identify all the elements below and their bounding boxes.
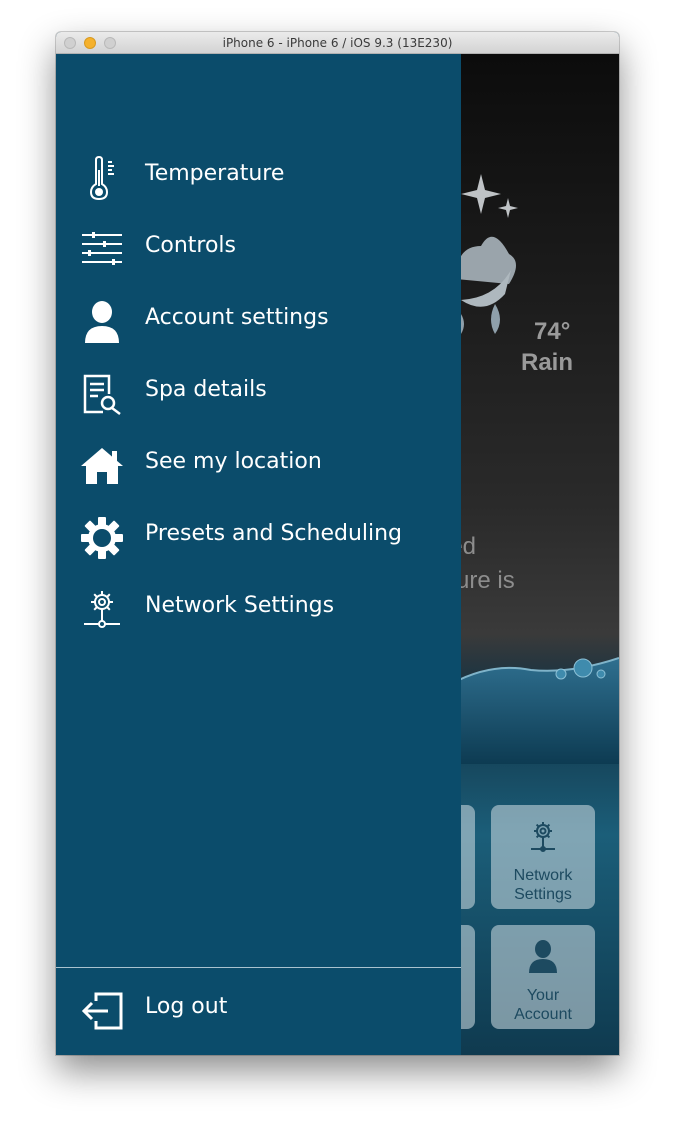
menu-item-temperature[interactable]: Temperature bbox=[56, 148, 461, 208]
menu-item-spa-details[interactable]: Spa details bbox=[56, 364, 461, 424]
network-settings-tile-label: Network Settings bbox=[513, 867, 573, 903]
network-gear-icon bbox=[531, 822, 555, 852]
logout-icon bbox=[78, 987, 126, 1035]
menu-item-network-settings-label: Network Settings bbox=[145, 593, 335, 618]
menu-item-see-my-location-label: See my location bbox=[145, 449, 322, 474]
user-icon bbox=[529, 940, 557, 973]
gear-icon bbox=[78, 514, 126, 562]
simulator-window: iPhone 6 - iPhone 6 / iOS 9.3 (13E230) 7… bbox=[56, 32, 619, 1055]
menu-item-log-out-label: Log out bbox=[145, 994, 228, 1019]
menu-item-see-my-location[interactable]: See my location bbox=[56, 436, 461, 496]
your-account-tile-label: Your Account bbox=[514, 987, 572, 1023]
water-wave-graphic bbox=[451, 657, 619, 764]
document-search-icon bbox=[78, 370, 126, 418]
menu-item-presets-and-scheduling[interactable]: Presets and Scheduling bbox=[56, 508, 461, 568]
night-rain-icon bbox=[456, 174, 518, 334]
sliders-icon bbox=[78, 226, 126, 274]
network-settings-tile[interactable]: Network Settings bbox=[491, 805, 595, 909]
menu-item-controls-label: Controls bbox=[145, 233, 236, 258]
menu-divider bbox=[56, 967, 461, 968]
app-screen: 74° Rain ired ature is . bbox=[56, 54, 619, 1055]
window-title: iPhone 6 - iPhone 6 / iOS 9.3 (13E230) bbox=[222, 36, 453, 50]
menu-item-spa-details-label: Spa details bbox=[145, 377, 267, 402]
menu-item-presets-and-scheduling-label: Presets and Scheduling bbox=[145, 521, 403, 546]
window-titlebar: iPhone 6 - iPhone 6 / iOS 9.3 (13E230) bbox=[56, 32, 619, 54]
user-icon bbox=[78, 298, 126, 346]
menu-item-account-settings-label: Account settings bbox=[145, 305, 329, 330]
your-account-tile[interactable]: Your Account bbox=[491, 925, 595, 1029]
weather-condition: Rain bbox=[521, 349, 574, 376]
menu-item-log-out[interactable]: Log out bbox=[56, 981, 461, 1041]
home-icon bbox=[78, 442, 126, 490]
menu-item-temperature-label: Temperature bbox=[145, 161, 285, 186]
thermometer-icon bbox=[78, 154, 126, 202]
weather-temperature: 74° bbox=[534, 318, 571, 345]
menu-item-controls[interactable]: Controls bbox=[56, 220, 461, 280]
menu-item-network-settings[interactable]: Network Settings bbox=[56, 580, 461, 640]
side-drawer-menu: Temperature Controls Account settings Sp… bbox=[56, 54, 461, 1055]
network-gear-icon bbox=[78, 586, 126, 634]
menu-item-account-settings[interactable]: Account settings bbox=[56, 292, 461, 352]
